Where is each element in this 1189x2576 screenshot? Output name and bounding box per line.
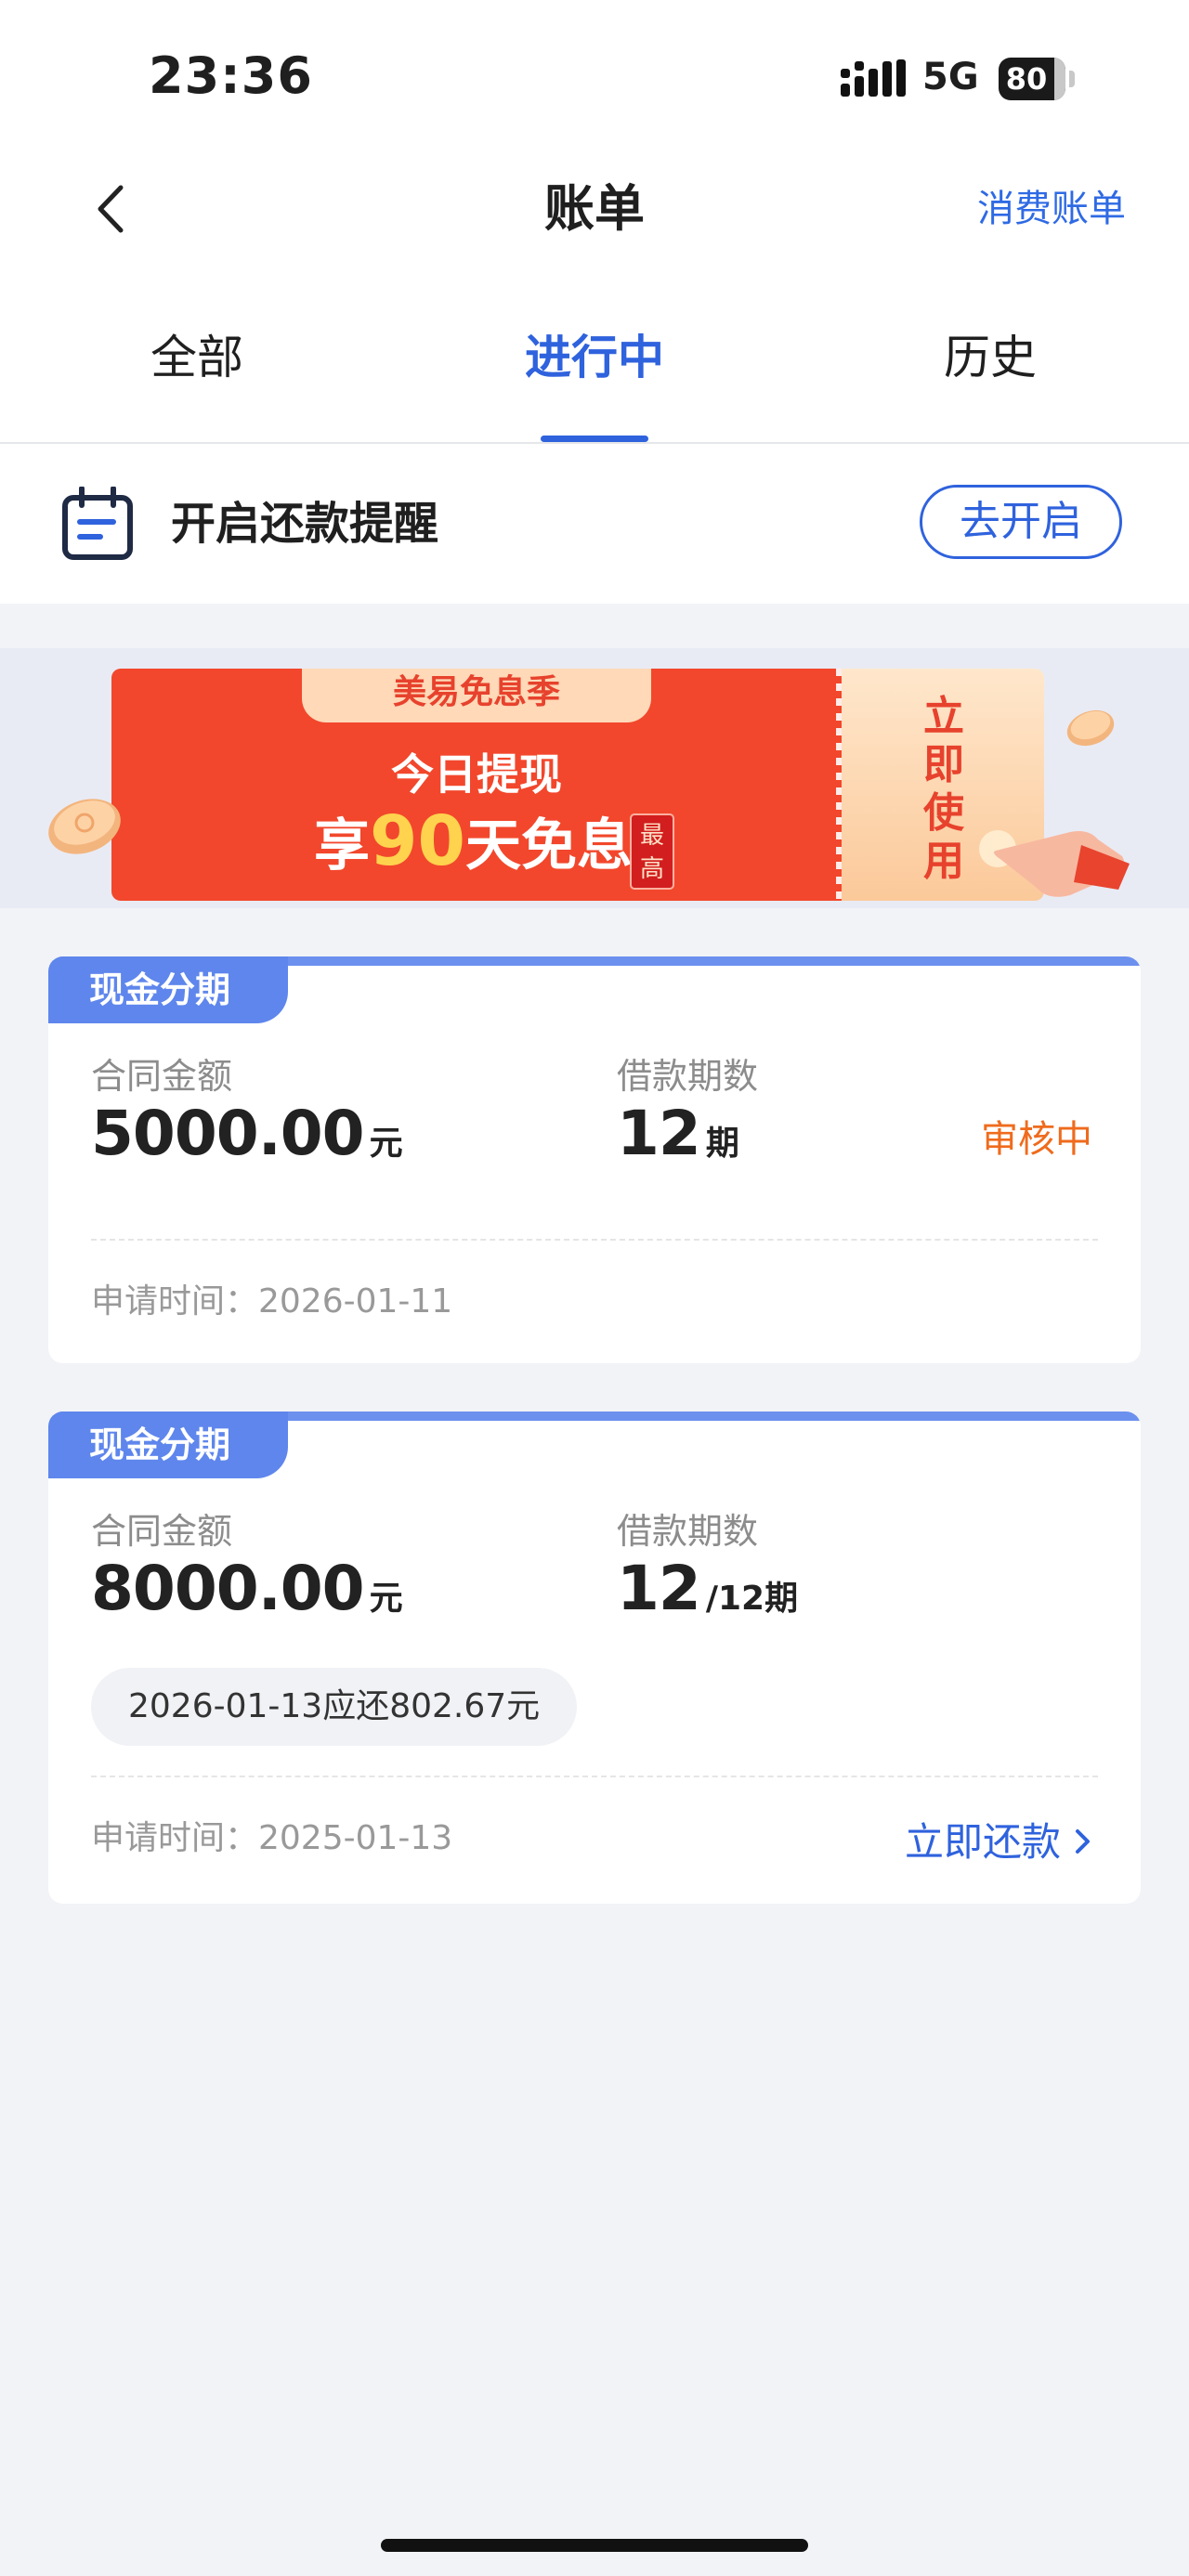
periods-value-group: 12/12期	[617, 1553, 798, 1624]
promo-tag: 美易免息季	[302, 669, 651, 722]
promo-days: 90	[370, 801, 465, 881]
coin-icon	[1066, 709, 1115, 747]
enable-reminder-button[interactable]: 去开启	[920, 485, 1122, 559]
tab-in-progress[interactable]: 进行中	[455, 306, 734, 409]
tab-history[interactable]: 历史	[851, 306, 1130, 409]
network-label: 5G	[922, 56, 979, 98]
amount-unit: 元	[369, 1125, 403, 1163]
promo-ticket: 美易免息季 今日提现 享90天免息 最高	[111, 669, 842, 901]
coin-icon	[48, 799, 121, 854]
reminder-label: 开启还款提醒	[171, 498, 439, 550]
nav-bar: 账单 消费账单	[0, 158, 1189, 260]
status-bar: 23:36 5G 80	[0, 0, 1189, 158]
amount-unit: 元	[369, 1580, 403, 1618]
signal-icon	[841, 59, 906, 97]
pointing-hand-icon	[979, 830, 1130, 897]
due-amount-pill: 2026-01-13应还802.67元	[91, 1668, 578, 1746]
promo-suffix: 天免息	[464, 813, 633, 878]
tab-bar: 全部 进行中 历史	[0, 306, 1189, 444]
status-time: 23:36	[149, 46, 313, 105]
promo-badge: 最高	[630, 813, 674, 890]
promo-line1: 今日提现	[391, 749, 562, 800]
consumption-bill-link[interactable]: 消费账单	[977, 158, 1126, 260]
bill-card[interactable]: 现金分期 合同金额 8000.00 元 借款期数 12/12期 2026-01-1…	[48, 1412, 1141, 1904]
status-badge: 审核中	[981, 1118, 1092, 1161]
apply-time: 申请时间：2026-01-11	[91, 1282, 453, 1321]
bill-type-tag: 现金分期	[48, 1412, 288, 1478]
periods-label: 借款期数	[617, 1056, 759, 1097]
periods-label: 借款期数	[617, 1511, 759, 1552]
periods-unit: /12期	[705, 1580, 799, 1618]
header-area: 23:36 5G 80 账单 消费账单 全部 进行中 历史 开启还款提醒 去开启	[0, 0, 1189, 604]
divider	[91, 1776, 1098, 1777]
amount-label: 合同金额	[91, 1056, 233, 1097]
periods-unit: 期	[705, 1125, 739, 1163]
battery-level: 80	[1005, 61, 1048, 97]
divider	[91, 1239, 1098, 1241]
calendar-icon	[62, 487, 133, 560]
promo-line2: 享90天免息	[314, 800, 633, 881]
tab-all[interactable]: 全部	[58, 306, 336, 409]
home-indicator[interactable]	[381, 2539, 808, 2552]
bill-type-tag: 现金分期	[48, 956, 288, 1023]
promo-banner[interactable]: 美易免息季 今日提现 享90天免息 最高 立即使用	[0, 648, 1189, 908]
amount-value-group: 5000.00 元	[91, 1098, 403, 1169]
amount-value-group: 8000.00 元	[91, 1553, 403, 1624]
amount-label: 合同金额	[91, 1511, 233, 1552]
promo-prefix: 享	[314, 813, 370, 878]
amount-value: 8000.00	[91, 1553, 365, 1624]
battery-icon: 80	[999, 58, 1075, 100]
tab-indicator	[541, 436, 648, 442]
repay-now-link[interactable]: 立即还款	[905, 1811, 1094, 1867]
periods-value: 12	[617, 1098, 701, 1169]
chevron-right-icon	[1076, 1829, 1090, 1854]
chevron-left-icon[interactable]	[84, 178, 139, 240]
amount-value: 5000.00	[91, 1098, 365, 1169]
apply-time: 申请时间：2025-01-13	[91, 1819, 453, 1857]
periods-value-group: 12 期	[617, 1098, 739, 1169]
repayment-reminder-row: 开启还款提醒 去开启	[0, 444, 1189, 604]
bill-card[interactable]: 现金分期 合同金额 5000.00 元 借款期数 12 期 审核中 申请时间：202…	[48, 956, 1141, 1363]
repay-now-label: 立即还款	[904, 1819, 1061, 1865]
periods-value: 12	[617, 1553, 701, 1624]
